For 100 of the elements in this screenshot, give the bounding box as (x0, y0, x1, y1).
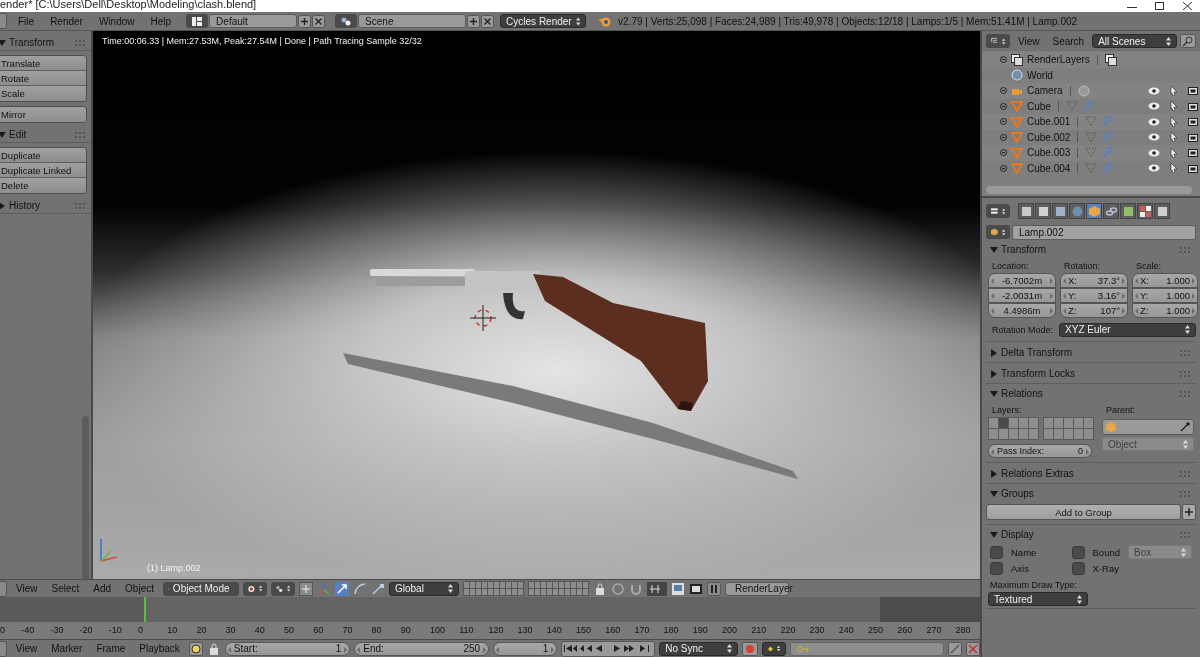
menu-item[interactable]: Window (93, 15, 140, 27)
scale-field[interactable]: X: 1.000 (1132, 273, 1198, 288)
checkbox[interactable] (1071, 545, 1085, 559)
layer-toggle[interactable] (989, 429, 998, 439)
menu-item[interactable]: File (13, 15, 40, 27)
plus-icon[interactable] (298, 14, 312, 28)
tool-button[interactable]: Mirror (0, 107, 86, 122)
end-frame-field[interactable]: End: 250 (354, 641, 490, 656)
expand-toggle-icon[interactable] (1000, 118, 1007, 126)
tool-button[interactable]: Delete (0, 178, 86, 193)
cursor-arrow-icon[interactable] (1170, 147, 1178, 158)
cursor-arrow-icon[interactable] (1170, 163, 1178, 174)
menu-item[interactable]: View (10, 643, 43, 655)
layer-toggle[interactable] (1074, 418, 1083, 428)
menu-item[interactable]: Add (88, 583, 117, 595)
maximize-icon[interactable] (1155, 2, 1165, 10)
panel-header[interactable]: Groups (986, 486, 1034, 501)
circle-icon[interactable] (611, 581, 625, 596)
panel-header[interactable]: Edit (0, 127, 27, 142)
location-field[interactable]: -2.0031m (988, 288, 1056, 303)
eye-icon[interactable] (1148, 133, 1160, 142)
tool-button[interactable]: Rotate (0, 71, 86, 86)
eye-icon[interactable] (1148, 148, 1160, 157)
checkbox-label[interactable]: X-Ray (1092, 563, 1119, 574)
cursor-arrow-icon[interactable] (1170, 101, 1178, 112)
checkbox[interactable] (990, 562, 1003, 575)
menu-item[interactable]: View (1013, 35, 1045, 47)
layer-toggle[interactable] (1019, 429, 1028, 439)
start-frame-field[interactable]: Start: 1 (224, 641, 351, 656)
outliner-item[interactable]: World (1027, 69, 1053, 81)
eye-icon[interactable] (1148, 86, 1160, 95)
pause-icon[interactable] (707, 581, 721, 596)
panel-header[interactable]: Relations Extras (986, 466, 1074, 481)
delete-key-icon[interactable] (966, 641, 980, 656)
eye-icon[interactable] (1148, 117, 1160, 126)
layer-toggle[interactable] (1019, 418, 1028, 428)
current-frame-field[interactable]: 1 (493, 641, 558, 656)
editor-type-button[interactable] (0, 640, 7, 657)
outliner-item[interactable]: Camera (1027, 85, 1063, 97)
layer-toggle[interactable] (1029, 418, 1038, 428)
rotate-arc-icon[interactable] (353, 581, 367, 596)
snap-icon[interactable] (299, 581, 313, 596)
layer-toggle[interactable] (1064, 418, 1073, 428)
lock-icon[interactable] (593, 581, 607, 596)
shading-dropdown[interactable] (243, 581, 267, 596)
menu-item[interactable]: Search (1047, 35, 1090, 47)
properties-tab[interactable] (1137, 203, 1153, 219)
panel-header[interactable]: History (0, 198, 41, 213)
menu-item[interactable]: Frame (91, 643, 131, 655)
sync-dropdown[interactable]: No Sync (659, 641, 739, 656)
panel-header[interactable]: Delta Transform (986, 345, 1073, 360)
search-icon[interactable] (1180, 34, 1196, 48)
grip-icon[interactable] (1180, 390, 1190, 397)
checkbox-label[interactable]: Bound (1092, 546, 1120, 558)
layer-toggle[interactable] (1054, 429, 1063, 439)
plus-icon[interactable] (467, 14, 481, 28)
expand-toggle-icon[interactable] (1000, 87, 1007, 95)
layer-toggle[interactable] (1009, 418, 1018, 428)
menu-item[interactable]: Playback (134, 643, 185, 655)
rotation-field[interactable]: Y: 3.16° (1060, 288, 1128, 303)
grip-icon[interactable] (1180, 531, 1190, 538)
close-icon[interactable] (481, 14, 495, 28)
layer-toggle[interactable] (1009, 429, 1018, 439)
outliner-item[interactable]: Cube.001 (1027, 116, 1071, 128)
properties-tab[interactable] (1103, 203, 1119, 219)
eyedropper-icon[interactable] (1180, 422, 1190, 432)
rotation-field[interactable]: X: 37.3° (1060, 273, 1128, 288)
layer-toggle[interactable] (1084, 429, 1093, 439)
menu-item[interactable]: Help (145, 15, 177, 27)
outliner-item[interactable]: Cube (1027, 100, 1051, 112)
outliner-item[interactable]: Cube.002 (1027, 131, 1071, 143)
scrollbar[interactable] (986, 186, 1192, 194)
clock-icon[interactable] (188, 641, 203, 656)
outliner-item[interactable]: Cube.003 (1027, 147, 1071, 159)
editor-type-button[interactable] (0, 580, 7, 597)
editor-type-dropdown[interactable] (986, 204, 1010, 218)
eye-icon[interactable] (1148, 102, 1160, 111)
expand-toggle-icon[interactable] (1000, 102, 1007, 110)
checkbox[interactable] (1071, 562, 1085, 575)
menu-item[interactable]: View (11, 583, 43, 595)
checkbox-label[interactable]: Axis (1011, 563, 1029, 574)
render-viewport[interactable]: Time:00:06.33 | Mem:27.53M, Peak:27.54M | Done | Path Tracing Sample 32/32 (1) Lamp.002 (93, 31, 980, 580)
grip-icon[interactable] (1180, 470, 1190, 477)
panel-header[interactable]: Transform (986, 242, 1047, 257)
film-icon[interactable] (689, 581, 703, 596)
filter-dropdown[interactable]: All Scenes (1092, 34, 1177, 48)
cursor-arrow-icon[interactable] (1170, 132, 1178, 143)
panel-header[interactable]: Relations (986, 386, 1043, 401)
scene-layer-buttons[interactable] (463, 581, 524, 597)
close-icon[interactable] (1183, 2, 1192, 10)
location-field[interactable]: 4.4986m (988, 303, 1056, 318)
menu-item[interactable]: Marker (46, 643, 88, 655)
panel-header[interactable]: Transform (0, 35, 55, 50)
frame-ruler[interactable]: 0 -40 -30 -20 -10 0 10 20 30 40 50 60 70 80 90 100 110 120 130 140 150 160 170 180 190 200 210 220 230 240 250 260 270 280 (0, 622, 980, 640)
location-field[interactable]: -6.7002m (988, 273, 1056, 288)
tool-button[interactable]: Scale (0, 86, 86, 101)
grip-icon[interactable] (1180, 490, 1190, 497)
tool-button[interactable]: Duplicate (0, 148, 86, 163)
menu-item[interactable]: Render (45, 15, 88, 27)
grip-icon[interactable] (1180, 370, 1190, 377)
